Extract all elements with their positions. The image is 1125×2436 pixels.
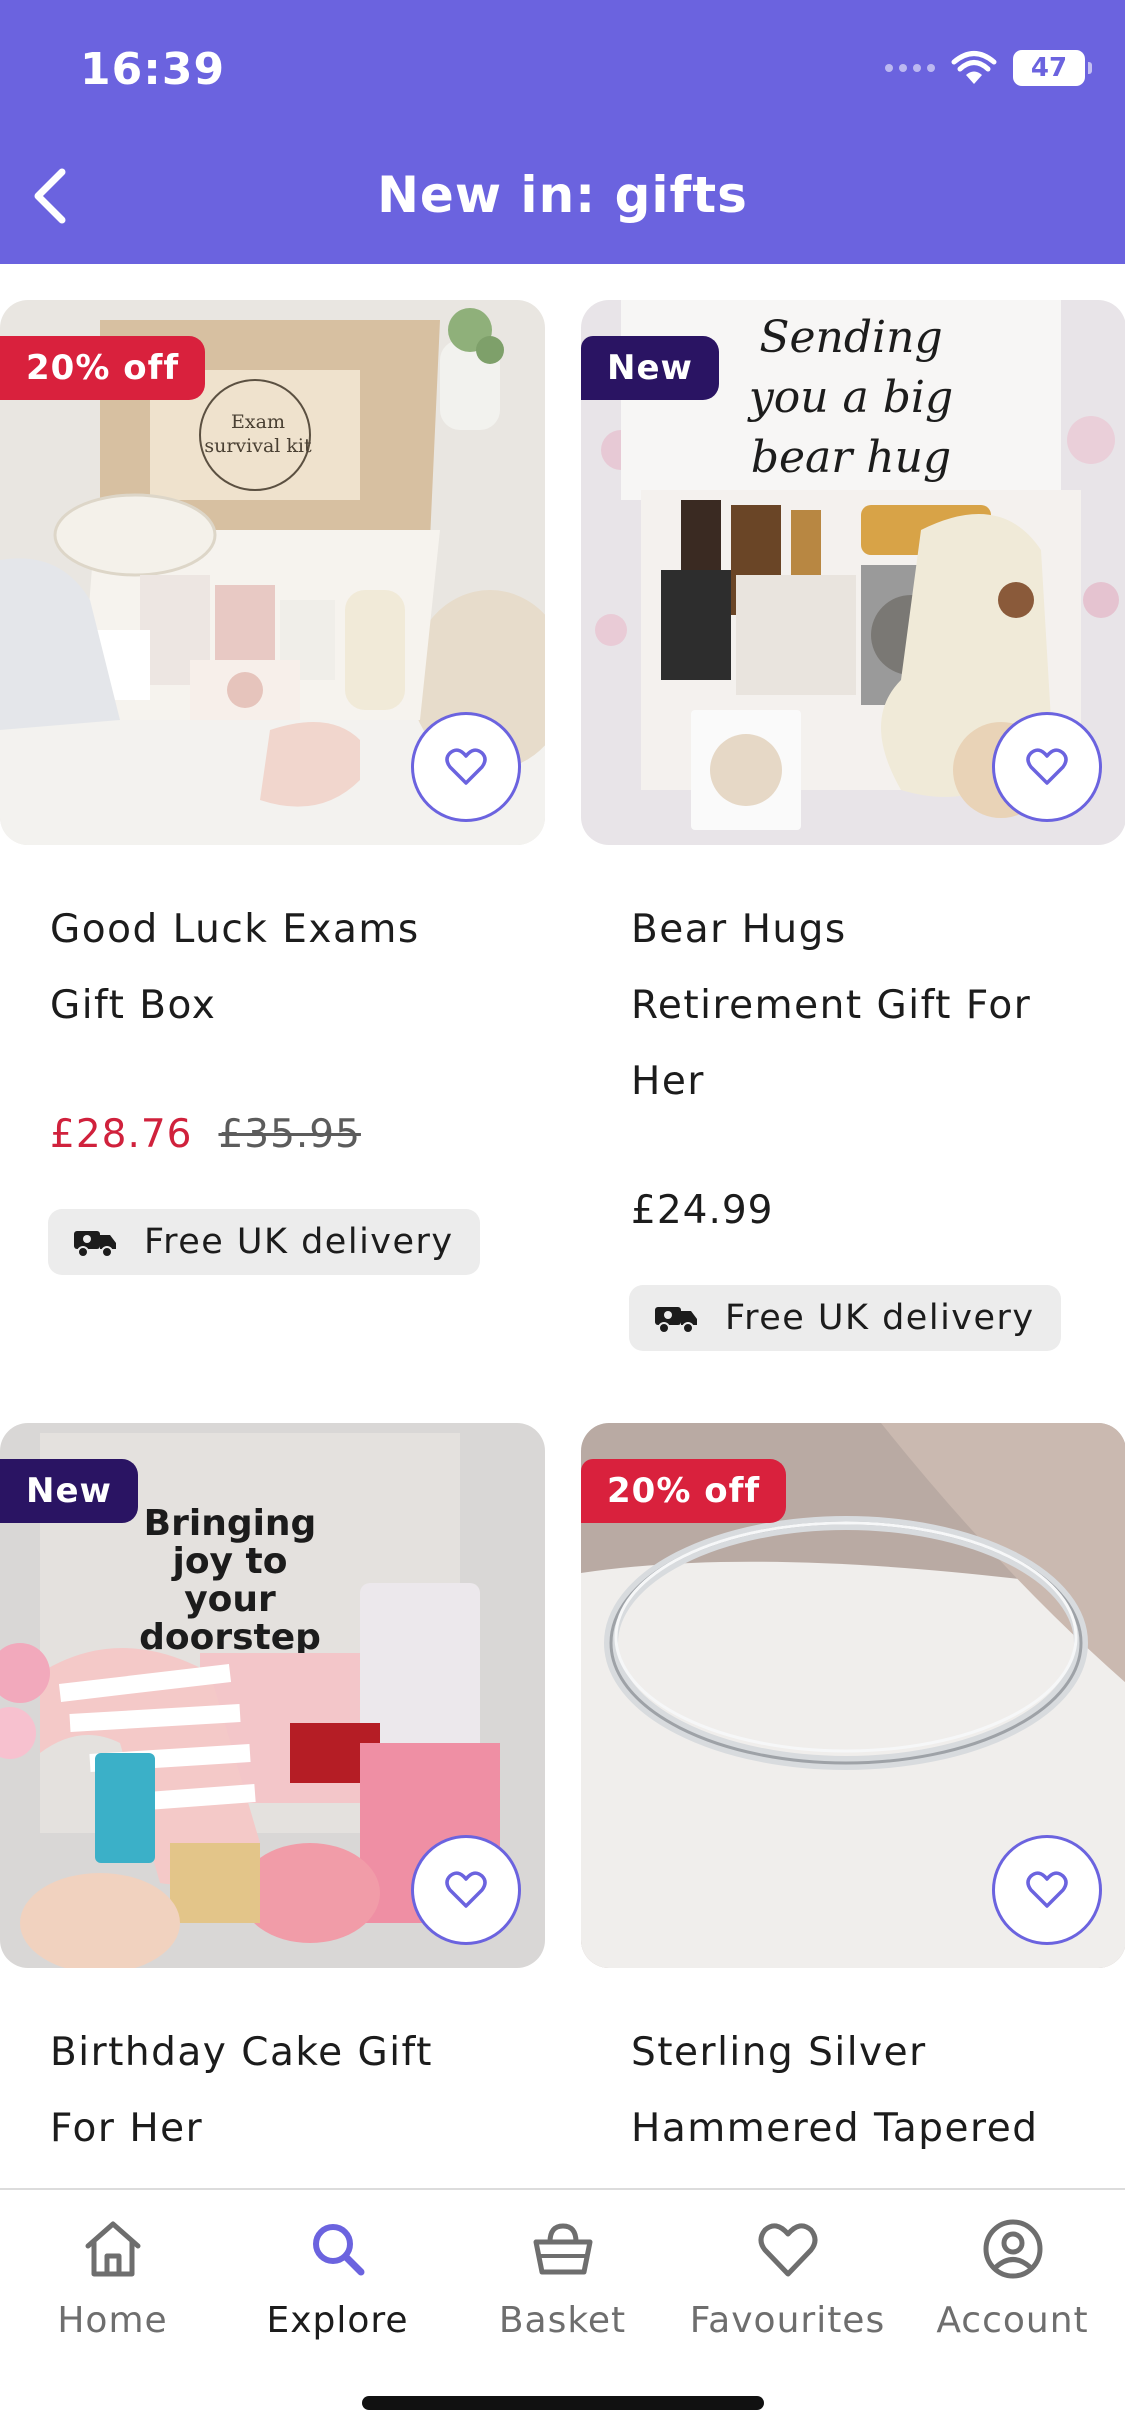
nav-favourites[interactable]: Favourites — [675, 2190, 900, 2370]
cellular-signal-icon — [885, 64, 935, 72]
product-title[interactable]: Birthday Cake Gift For Her — [50, 2015, 520, 2167]
image-caption: survival kit — [204, 435, 312, 457]
basket-icon — [533, 2223, 592, 2275]
image-caption: Bringing — [144, 1503, 317, 1544]
nav-label: Basket — [498, 2300, 627, 2341]
product-title[interactable]: Sterling Silver Hammered Tapered — [631, 2015, 1101, 2167]
image-caption: your — [184, 1579, 276, 1620]
product-image[interactable]: Exam survival kit 20% off — [0, 300, 545, 845]
nav-account[interactable]: Account — [900, 2190, 1125, 2370]
page-title: New in: gifts — [377, 166, 748, 224]
heart-outline-icon — [445, 748, 487, 785]
product-card[interactable]: 20% off Sterling Silver Hammered Tapered — [581, 1423, 1125, 2188]
product-title[interactable]: Good Luck Exams Gift Box — [50, 892, 520, 1044]
nav-explore[interactable]: Explore — [225, 2190, 450, 2370]
nav-label: Explore — [266, 2300, 409, 2341]
product-title-line: Birthday Cake Gift — [50, 2030, 433, 2075]
product-image[interactable]: Bringing joy to your doorstep New — [0, 1423, 545, 1968]
product-image[interactable]: Sending you a big bear hug New — [581, 300, 1125, 845]
discount-badge: 20% off — [0, 336, 206, 400]
new-badge: New — [581, 336, 719, 400]
free-delivery-chip: Free UK delivery — [48, 1209, 480, 1275]
status-icons: 47 — [885, 48, 1092, 88]
delivery-label: Free UK delivery — [725, 1298, 1035, 1338]
battery-indicator: 47 — [1013, 50, 1092, 86]
wifi-icon — [951, 50, 997, 86]
product-title-line: Retirement Gift For — [631, 983, 1032, 1028]
product-card[interactable]: Bringing joy to your doorstep New Birthd… — [0, 1423, 545, 2188]
search-icon — [312, 2224, 364, 2276]
product-title-line: Sterling Silver — [631, 2030, 927, 2075]
nav-label: Home — [57, 2300, 168, 2341]
sale-price: £28.76 — [50, 1112, 193, 1157]
product-image[interactable]: 20% off — [581, 1423, 1125, 1968]
status-time: 16:39 — [80, 44, 226, 95]
product-title-line: Her — [631, 1059, 705, 1104]
account-icon — [983, 2219, 1042, 2279]
free-delivery-chip: Free UK delivery — [629, 1285, 1061, 1351]
delivery-label: Free UK delivery — [144, 1222, 454, 1262]
nav-label: Account — [936, 2300, 1089, 2341]
price-row: £24.99 — [631, 1188, 773, 1233]
image-caption: you a big — [747, 372, 953, 423]
app-header: 16:39 47 New in: gifts — [0, 0, 1125, 264]
nav-basket[interactable]: Basket — [450, 2190, 675, 2370]
product-card[interactable]: Sending you a big bear hug New Bear Hugs… — [581, 300, 1125, 1351]
image-caption: bear hug — [751, 432, 951, 483]
home-indicator[interactable] — [362, 2396, 764, 2410]
favourite-button[interactable] — [992, 712, 1102, 822]
product-title-line: Bear Hugs — [631, 907, 847, 952]
product-title[interactable]: Bear Hugs Retirement Gift For Her — [631, 892, 1101, 1120]
favourite-button[interactable] — [992, 1835, 1102, 1945]
product-title-line: Good Luck Exams — [50, 907, 420, 952]
heart-outline-icon — [1026, 1871, 1068, 1908]
product-card[interactable]: Exam survival kit 20% off Good Luck Exam… — [0, 300, 545, 1300]
image-caption: joy to — [170, 1541, 287, 1582]
price: £24.99 — [631, 1188, 774, 1233]
new-badge: New — [0, 1459, 138, 1523]
home-icon — [85, 2221, 140, 2277]
app-screen: 16:39 47 New in: gifts Exam survival kit… — [0, 0, 1125, 2436]
favourite-button[interactable] — [411, 1835, 521, 1945]
product-grid: Exam survival kit 20% off Good Luck Exam… — [0, 264, 1125, 2188]
nav-label: Favourites — [689, 2300, 886, 2341]
product-title-line: For Her — [50, 2106, 204, 2151]
image-caption: Exam — [231, 411, 285, 433]
discount-badge: 20% off — [581, 1459, 787, 1523]
heart-outline-icon — [445, 1871, 487, 1908]
nav-home[interactable]: Home — [0, 2190, 225, 2370]
original-price: £35.95 — [218, 1112, 361, 1157]
image-caption: doorstep — [139, 1617, 321, 1658]
image-caption: Sending — [759, 312, 942, 363]
heart-outline-icon — [1026, 748, 1068, 785]
price-row: £28.76 £35.95 — [50, 1112, 361, 1157]
delivery-van-icon — [655, 1307, 697, 1334]
product-title-line: Hammered Tapered — [631, 2106, 1039, 2151]
product-title-line: Gift Box — [50, 983, 217, 1028]
favourite-button[interactable] — [411, 712, 521, 822]
delivery-van-icon — [74, 1231, 116, 1258]
heart-icon — [758, 2223, 817, 2277]
